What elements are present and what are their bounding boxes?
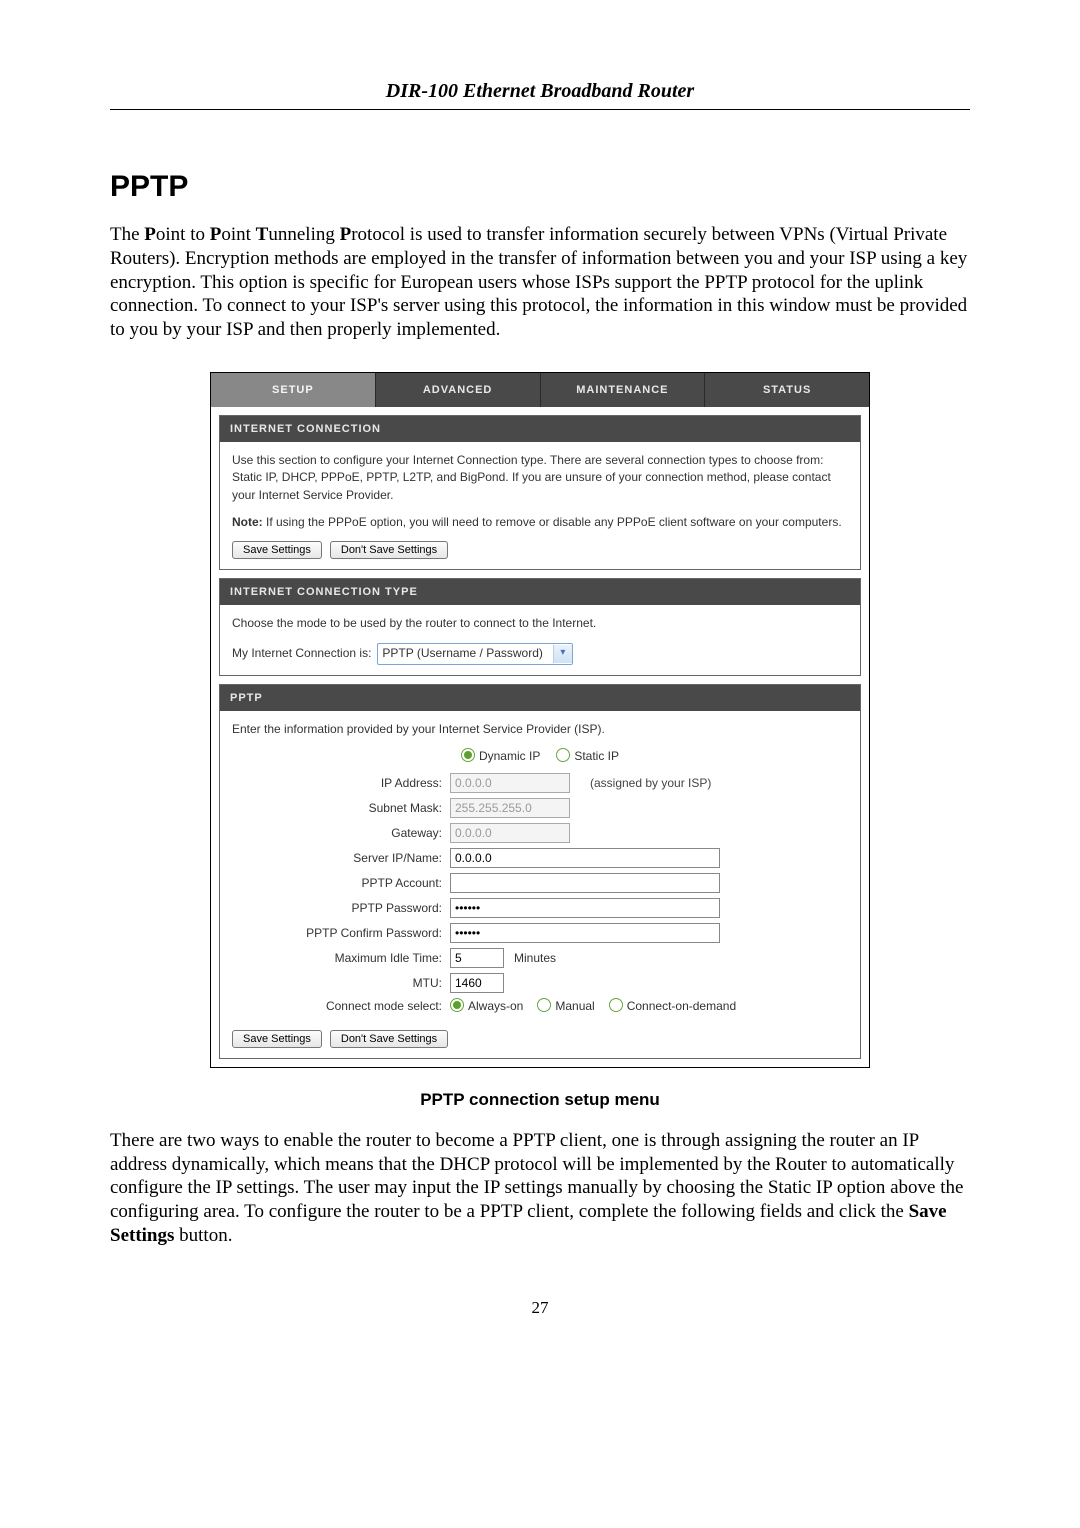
tab-setup[interactable]: SETUP: [211, 373, 376, 407]
label-subnet: Subnet Mask:: [232, 800, 450, 817]
panel2-prompt: Choose the mode to be used by the router…: [232, 615, 848, 632]
page-number: 27: [110, 1298, 970, 1318]
radio-on-demand[interactable]: Connect-on-demand: [609, 998, 736, 1015]
radio-manual[interactable]: Manual: [537, 998, 594, 1015]
label-ip-address: IP Address:: [232, 775, 450, 792]
radio-icon: [537, 998, 551, 1012]
connection-select-value: PPTP (Username / Password): [382, 645, 553, 662]
panel-pptp: PPTP Enter the information provided by y…: [219, 684, 861, 1059]
ip-address-aside: (assigned by your ISP): [590, 775, 711, 792]
label-confirm: PPTP Confirm Password:: [232, 925, 450, 942]
radio-icon: [556, 748, 570, 762]
tab-maintenance[interactable]: MAINTENANCE: [541, 373, 706, 407]
panel-head: PPTP: [220, 685, 860, 711]
label-gateway: Gateway:: [232, 825, 450, 842]
label-password: PPTP Password:: [232, 900, 450, 917]
after-paragraph: There are two ways to enable the router …: [110, 1129, 970, 1248]
tab-advanced[interactable]: ADVANCED: [376, 373, 541, 407]
label-connect-mode: Connect mode select:: [232, 998, 450, 1015]
input-mtu[interactable]: [450, 973, 504, 993]
intro-paragraph: The Point to Point Tunneling Protocol is…: [110, 223, 970, 342]
input-idle[interactable]: [450, 948, 504, 968]
save-button[interactable]: Save Settings: [232, 541, 322, 559]
router-ui-figure: SETUP ADVANCED MAINTENANCE STATUS INTERN…: [210, 372, 870, 1068]
input-account[interactable]: [450, 873, 720, 893]
chevron-down-icon: ▾: [553, 645, 572, 663]
input-ip-address[interactable]: [450, 773, 570, 793]
panel-connection-type: INTERNET CONNECTION TYPE Choose the mode…: [219, 578, 861, 675]
idle-unit: Minutes: [514, 950, 556, 967]
radio-static-ip[interactable]: Static IP: [556, 748, 619, 765]
save-button[interactable]: Save Settings: [232, 1030, 322, 1048]
running-header: DIR-100 Ethernet Broadband Router: [110, 80, 970, 110]
panel-internet-connection: INTERNET CONNECTION Use this section to …: [219, 415, 861, 571]
dont-save-button[interactable]: Don't Save Settings: [330, 1030, 448, 1048]
tab-status[interactable]: STATUS: [705, 373, 869, 407]
figure-caption: PPTP connection setup menu: [110, 1090, 970, 1110]
radio-dynamic-ip[interactable]: Dynamic IP: [461, 748, 540, 765]
panel-head: INTERNET CONNECTION: [220, 416, 860, 442]
connection-select[interactable]: PPTP (Username / Password) ▾: [377, 643, 573, 665]
input-password[interactable]: [450, 898, 720, 918]
label-account: PPTP Account:: [232, 875, 450, 892]
input-confirm[interactable]: [450, 923, 720, 943]
label-idle: Maximum Idle Time:: [232, 950, 450, 967]
input-server[interactable]: [450, 848, 720, 868]
radio-always-on[interactable]: Always-on: [450, 998, 523, 1015]
input-subnet[interactable]: [450, 798, 570, 818]
radio-icon: [450, 998, 464, 1012]
panel1-text2: Note: If using the PPPoE option, you wil…: [232, 514, 848, 531]
page-title: PPTP: [110, 170, 970, 204]
label-mtu: MTU:: [232, 975, 450, 992]
radio-icon: [461, 748, 475, 762]
panel1-text1: Use this section to configure your Inter…: [232, 452, 848, 504]
radio-icon: [609, 998, 623, 1012]
panel-head: INTERNET CONNECTION TYPE: [220, 579, 860, 605]
label-server: Server IP/Name:: [232, 850, 450, 867]
input-gateway[interactable]: [450, 823, 570, 843]
panel3-prompt: Enter the information provided by your I…: [232, 721, 848, 738]
connection-select-label: My Internet Connection is:: [232, 645, 371, 662]
dont-save-button[interactable]: Don't Save Settings: [330, 541, 448, 559]
tab-bar: SETUP ADVANCED MAINTENANCE STATUS: [211, 373, 869, 407]
